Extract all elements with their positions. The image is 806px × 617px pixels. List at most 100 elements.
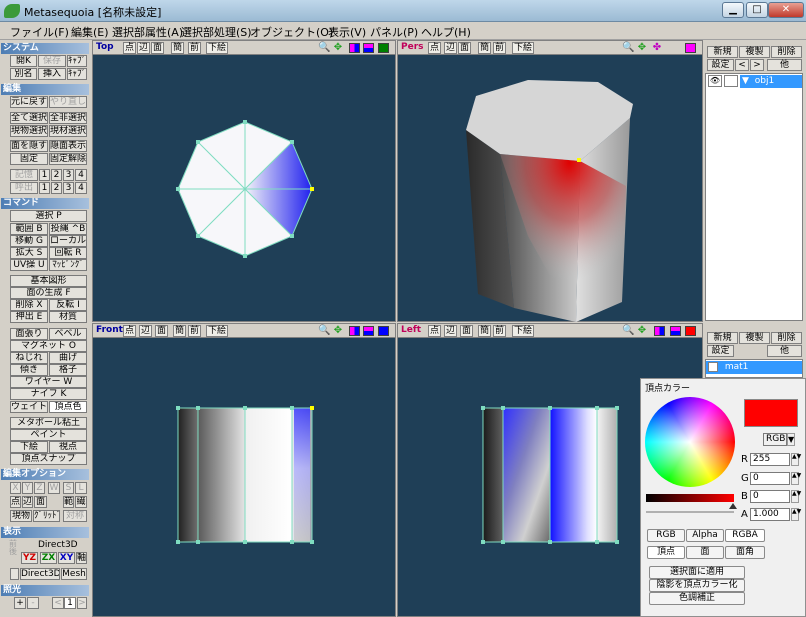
object-list[interactable]: 👁 ▼ obj1 (705, 73, 803, 321)
left-color-swatch-1[interactable] (654, 326, 665, 336)
face-mode-toggle[interactable]: 面 (34, 496, 47, 508)
front-selected-vertex[interactable] (310, 406, 314, 410)
light-remove-button[interactable]: - (27, 597, 39, 609)
perspective-viewport-canvas[interactable] (398, 56, 702, 322)
insert-button[interactable]: 挿入 (38, 68, 66, 80)
recall-slot-2[interactable]: 2 (51, 182, 62, 194)
minimize-button[interactable]: ▁ (722, 2, 744, 18)
object-new-button[interactable]: 新規 (707, 46, 738, 58)
left-color-swatch-2[interactable] (670, 326, 681, 336)
tab-rgba[interactable]: RGBA (725, 529, 765, 542)
underlay-button[interactable]: 下絵 (10, 441, 48, 453)
red-slider-handle-icon[interactable] (729, 503, 737, 509)
material-duplicate-button[interactable]: 複製 (739, 332, 770, 344)
world-toggle[interactable]: W (48, 482, 60, 494)
save-as-button[interactable]: 別名 (10, 68, 37, 80)
top-viewport-canvas[interactable] (93, 56, 395, 322)
object-row-obj1[interactable]: ▼ obj1 (740, 75, 802, 88)
memory-slot-2[interactable]: 2 (51, 169, 62, 181)
metaball-button[interactable]: メタボール粘土 (10, 417, 87, 429)
basic-shape-button[interactable]: 基本図形 (10, 275, 87, 287)
show-hidden-button[interactable]: 隠面表示 (49, 140, 87, 152)
symmetry-toggle[interactable]: 対称 (63, 510, 87, 522)
select-tool-button[interactable]: 選択 P (10, 210, 87, 222)
face-stretch-button[interactable]: 面張り (10, 328, 48, 340)
front-underlay-toggle[interactable]: 下絵 (206, 325, 228, 337)
deselect-all-button[interactable]: 全非選択 (49, 112, 87, 124)
material-settings-button[interactable]: 設定 (707, 345, 734, 357)
pers-rotate-icon[interactable]: ✤ (651, 42, 663, 54)
menu-object[interactable]: オブジェクト(O) (250, 24, 333, 40)
top-pan-icon[interactable]: ✥ (332, 42, 344, 54)
close-button[interactable]: ✕ (768, 2, 804, 18)
tilt-button[interactable]: 傾き (10, 364, 48, 376)
object-expand-icon[interactable]: ▼ (740, 76, 749, 86)
recall-button[interactable]: 呼出 (10, 182, 38, 194)
mapping-tool-button[interactable]: ﾏｯﾋﾟﾝｸﾞ (49, 259, 87, 271)
weight-button[interactable]: ウェイト (10, 401, 48, 413)
object-next-button[interactable]: > (750, 59, 764, 71)
axis-x-toggle[interactable]: X (10, 482, 21, 494)
range-mode-toggle[interactable]: 範 (63, 496, 74, 508)
front-zoom-icon[interactable]: 🔍 (318, 325, 330, 337)
shade-to-vertex-color-button[interactable]: 陰影を頂点カラー化 (649, 579, 745, 592)
pers-color-swatch[interactable] (685, 43, 696, 53)
pers-pan-icon[interactable]: ✥ (636, 42, 648, 54)
apply-to-selected-faces-button[interactable]: 選択面に適用 (649, 566, 745, 579)
front-color-swatch-3[interactable] (378, 326, 389, 336)
top-zoom-icon[interactable]: 🔍 (318, 42, 330, 54)
menu-edit[interactable]: 編集(E) (71, 24, 109, 40)
top-vertex-toggle[interactable]: 点 (123, 42, 136, 54)
left-vertex-toggle[interactable]: 点 (428, 325, 441, 337)
top-selected-vertex[interactable] (310, 187, 314, 191)
pers-selected-vertex[interactable] (577, 158, 581, 162)
a-spinner[interactable]: ▲▼ (791, 508, 801, 521)
top-color-swatch-2[interactable] (363, 43, 374, 53)
bend-button[interactable]: 曲げ (49, 352, 87, 364)
pers-front-toggle[interactable]: 前 (493, 42, 506, 54)
front-edge-toggle[interactable]: 辺 (139, 325, 152, 337)
object-visible-eye-icon[interactable]: 👁 (708, 75, 722, 87)
scale-tool-button[interactable]: 拡大 S (10, 247, 48, 259)
front-simple-toggle[interactable]: 簡 (173, 325, 186, 337)
fix-button[interactable]: 固定 (10, 153, 48, 165)
top-front-toggle[interactable]: 前 (188, 42, 201, 54)
red-gradient-bar[interactable] (646, 494, 734, 502)
axis-z-toggle[interactable]: Z (34, 482, 45, 494)
save-button[interactable]: 保存 (38, 55, 66, 67)
left-simple-toggle[interactable]: 簡 (478, 325, 491, 337)
capture-button-2[interactable]: ｷｬﾌﾟ (67, 68, 87, 80)
pers-edge-toggle[interactable]: 辺 (444, 42, 457, 54)
g-value-input[interactable]: 0 (750, 472, 790, 485)
display-option-toggle[interactable] (10, 568, 19, 580)
bevel-button[interactable]: ベベル (49, 328, 87, 340)
object-delete-button[interactable]: 削除 (771, 46, 802, 58)
menu-file[interactable]: ファイル(F) (10, 24, 69, 40)
maximize-button[interactable]: □ (746, 2, 768, 18)
lasso-tool-button[interactable]: 投縄 ^B (49, 223, 87, 235)
front-vertex-toggle[interactable]: 点 (123, 325, 136, 337)
front-viewport-canvas[interactable] (93, 339, 395, 617)
material-other-button[interactable]: 他 (767, 345, 802, 357)
material-tool-button[interactable]: 材質 (49, 311, 87, 323)
recall-slot-4[interactable]: 4 (75, 182, 87, 194)
menu-panel[interactable]: パネル(P) (370, 24, 418, 40)
delete-tool-button[interactable]: 削除 X (10, 299, 48, 311)
continuous-mode-toggle[interactable]: 繊 (75, 496, 87, 508)
view-yz-button[interactable]: YZ (21, 552, 38, 564)
object-settings-button[interactable]: 設定 (707, 59, 734, 71)
viewpoint-button[interactable]: 視点 (49, 441, 87, 453)
g-spinner[interactable]: ▲▼ (791, 472, 801, 485)
point-mode-toggle[interactable]: 点 (10, 496, 21, 508)
mesh-button[interactable]: Mesh (61, 568, 87, 580)
top-color-swatch-3[interactable] (378, 43, 389, 53)
front-color-swatch-1[interactable] (349, 326, 360, 336)
twist-button[interactable]: ねじれ (10, 352, 48, 364)
redo-button[interactable]: やり直し (49, 96, 87, 108)
local-toggle[interactable]: L (75, 482, 87, 494)
pers-simple-toggle[interactable]: 簡 (478, 42, 491, 54)
menu-selection-process[interactable]: 選択部処理(S) (181, 24, 252, 40)
r-spinner[interactable]: ▲▼ (791, 453, 801, 466)
object-duplicate-button[interactable]: 複製 (739, 46, 770, 58)
target-face-corner-button[interactable]: 面角 (725, 546, 765, 559)
